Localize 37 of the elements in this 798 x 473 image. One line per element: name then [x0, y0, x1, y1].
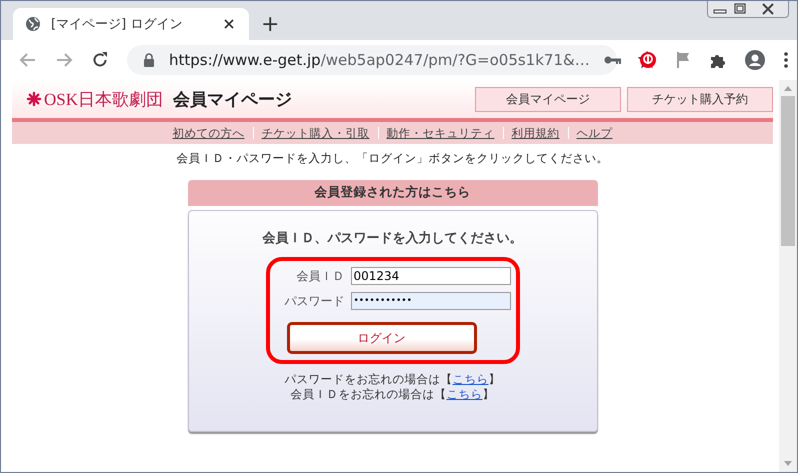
scrollbar[interactable]: [779, 80, 797, 472]
url-text: https://www.e-get.jp/web5ap0247/pm/?G=o05s1k71&…: [169, 51, 590, 69]
key-icon[interactable]: [604, 55, 622, 65]
new-tab-button[interactable]: +: [249, 8, 292, 40]
reload-icon[interactable]: [91, 51, 109, 69]
scroll-thumb[interactable]: [781, 96, 795, 246]
header-button[interactable]: 会員マイページ: [475, 86, 621, 112]
profile-icon[interactable]: [745, 50, 765, 70]
site-logo: OSK日本歌劇団: [44, 88, 164, 110]
nav-link[interactable]: 利用規約: [512, 126, 560, 140]
help-link[interactable]: こちら: [452, 372, 488, 386]
login-button[interactable]: ログイン: [286, 322, 476, 354]
password-field[interactable]: •••••••••••: [350, 292, 510, 310]
browser-tab[interactable]: [マイページ] ログイン: [13, 8, 249, 40]
header-button[interactable]: チケット購入予約: [627, 86, 773, 112]
flower-icon: [26, 91, 42, 107]
help-link[interactable]: こちら: [446, 387, 482, 401]
window-controls[interactable]: [707, 1, 789, 18]
nav-link[interactable]: ヘルプ: [576, 126, 612, 140]
page-title: 会員マイページ: [173, 88, 292, 110]
field-label: 会員ＩＤ: [296, 268, 344, 284]
field-label: パスワード: [284, 292, 344, 310]
id-field[interactable]: 001234: [350, 267, 510, 285]
tab-title: [マイページ] ログイン: [51, 16, 184, 33]
flag-icon[interactable]: [675, 51, 691, 69]
globe-icon: [25, 16, 41, 32]
help-text: 会員ＩＤをお忘れの場合は【こちら】: [290, 387, 496, 402]
help-text: パスワードをお忘れの場合は【こちら】: [284, 372, 502, 387]
login-heading: 会員登録された方はこちら: [188, 180, 598, 206]
login-prompt: 会員ＩＤ、パスワードを入力してください。: [261, 230, 524, 247]
nav-link[interactable]: 動作・セキュリティ: [386, 126, 494, 140]
instruction-text: 会員ＩＤ・パスワードを入力し、「ログイン」ボタンをクリックしてください。: [176, 150, 610, 167]
nav-link[interactable]: 初めての方へ: [172, 126, 244, 140]
close-icon[interactable]: [223, 18, 235, 30]
menu-icon[interactable]: [783, 52, 789, 68]
lock-icon: [143, 53, 155, 67]
nav-link[interactable]: チケット購入・引取: [262, 126, 370, 140]
